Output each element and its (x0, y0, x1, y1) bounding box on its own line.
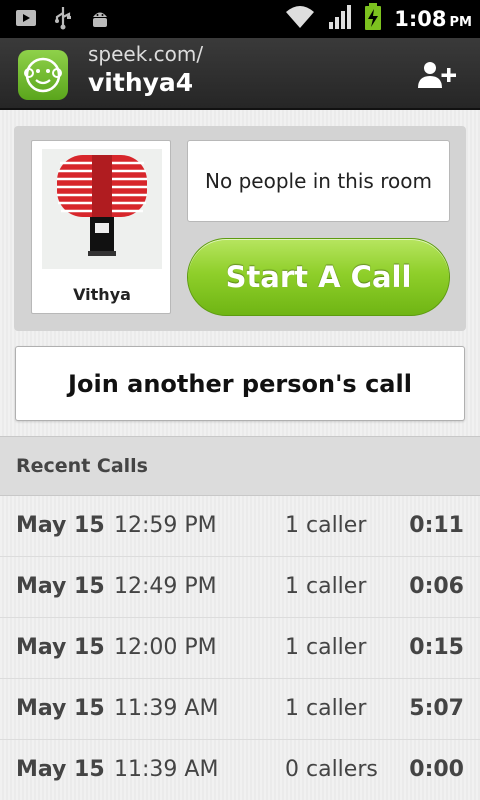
call-duration: 0:06 (409, 574, 464, 599)
wifi-icon (284, 4, 316, 34)
main-content: Vithya No people in this room Start A Ca… (0, 110, 480, 800)
microphone-avatar (42, 149, 162, 269)
room-panel: Vithya No people in this room Start A Ca… (14, 126, 466, 331)
call-date: May 15 (16, 696, 105, 721)
url-subtitle: speek.com/ (88, 42, 204, 66)
android-debug-icon (88, 6, 112, 34)
add-person-icon[interactable] (416, 60, 460, 90)
action-bar: speek.com/ vithya4 (0, 38, 480, 110)
join-call-button[interactable]: Join another person's call (15, 346, 465, 421)
call-date: May 15 (16, 574, 105, 599)
people-status: No people in this room (187, 140, 450, 222)
call-row[interactable]: May 15 11:39 AM 0 callers 0:00 (0, 740, 480, 800)
call-time: 12:00 PM (114, 635, 217, 660)
call-time: 11:39 AM (114, 757, 219, 782)
call-time: 11:39 AM (114, 696, 219, 721)
call-time: 12:59 PM (114, 513, 217, 538)
profile-card[interactable]: Vithya (31, 140, 171, 314)
call-date: May 15 (16, 635, 105, 660)
monkey-logo-icon[interactable] (18, 50, 68, 100)
call-callers: 1 caller (285, 696, 367, 721)
call-time: 12:49 PM (114, 574, 217, 599)
play-store-icon (14, 6, 38, 34)
call-duration: 0:00 (409, 757, 464, 782)
call-callers: 0 callers (285, 757, 378, 782)
room-title: vithya4 (88, 68, 194, 97)
call-callers: 1 caller (285, 513, 367, 538)
status-time: 1:08 PM (394, 7, 472, 31)
call-callers: 1 caller (285, 574, 367, 599)
start-call-button[interactable]: Start A Call (187, 238, 450, 316)
call-duration: 0:11 (409, 513, 464, 538)
call-row[interactable]: May 15 12:49 PM 1 caller 0:06 (0, 557, 480, 618)
status-bar: 1:08 PM (0, 0, 480, 38)
call-duration: 0:15 (409, 635, 464, 660)
call-date: May 15 (16, 513, 105, 538)
usb-icon (52, 5, 74, 35)
call-date: May 15 (16, 757, 105, 782)
call-row[interactable]: May 15 12:00 PM 1 caller 0:15 (0, 618, 480, 679)
recent-calls-header: Recent Calls (0, 436, 480, 496)
profile-name: Vithya (73, 285, 131, 304)
recent-calls-list: May 15 12:59 PM 1 caller 0:11 May 15 12:… (0, 496, 480, 800)
call-callers: 1 caller (285, 635, 367, 660)
signal-icon (328, 4, 352, 34)
call-duration: 5:07 (409, 696, 464, 721)
call-row[interactable]: May 15 12:59 PM 1 caller 0:11 (0, 496, 480, 557)
call-row[interactable]: May 15 11:39 AM 1 caller 5:07 (0, 679, 480, 740)
battery-charging-icon (364, 3, 382, 35)
